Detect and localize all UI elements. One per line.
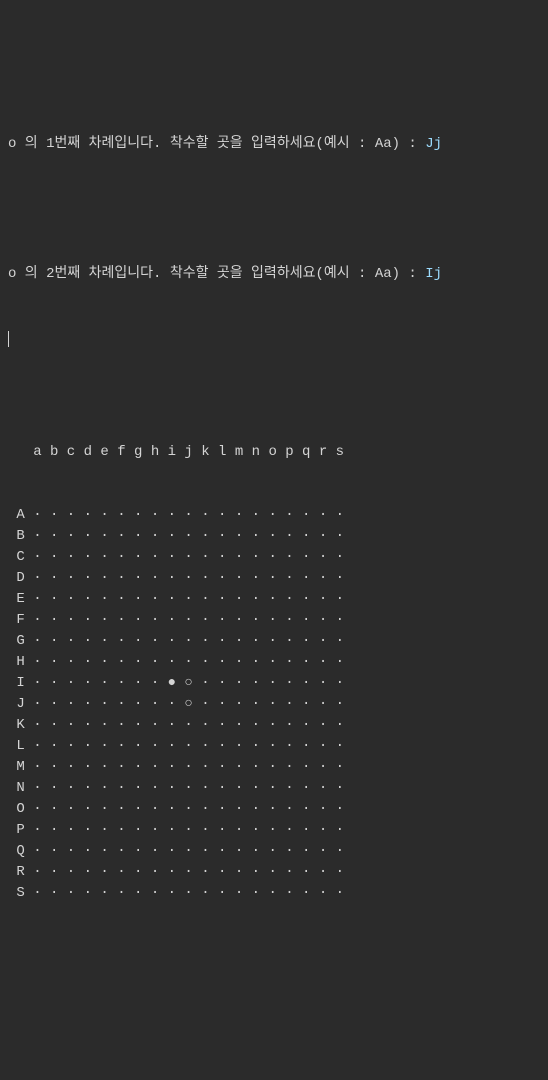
board-row-F: F · · · · · · · · · · · · · · · · · · · [8, 610, 540, 631]
terminal-output: o 의 1번째 차례입니다. 착수할 곳을 입력하세요(예시 : Aa) : J… [8, 92, 540, 967]
game-board: a b c d e f g h i j k l m n o p q r s A … [8, 400, 540, 946]
board-row-R: R · · · · · · · · · · · · · · · · · · · [8, 862, 540, 883]
turn-text: 의 1번째 차례입니다. 착수할 곳을 입력하세요(예시 : Aa) : [16, 136, 425, 152]
user-input-1[interactable]: Jj [425, 136, 442, 152]
user-input-2[interactable]: Ij [425, 266, 442, 282]
cursor-icon [8, 331, 9, 347]
column-header-row: a b c d e f g h i j k l m n o p q r s [8, 442, 540, 463]
board-row-J: J · · · · · · · · · ○ · · · · · · · · · [8, 694, 540, 715]
board-row-Q: Q · · · · · · · · · · · · · · · · · · · [8, 841, 540, 862]
board-row-L: L · · · · · · · · · · · · · · · · · · · [8, 736, 540, 757]
board-row-O: O · · · · · · · · · · · · · · · · · · · [8, 799, 540, 820]
board-row-G: G · · · · · · · · · · · · · · · · · · · [8, 631, 540, 652]
board-row-C: C · · · · · · · · · · · · · · · · · · · [8, 547, 540, 568]
board-row-P: P · · · · · · · · · · · · · · · · · · · [8, 820, 540, 841]
prompt-line-1: o 의 1번째 차례입니다. 착수할 곳을 입력하세요(예시 : Aa) : J… [8, 134, 540, 155]
prompt-line-2: o 의 2번째 차례입니다. 착수할 곳을 입력하세요(예시 : Aa) : I… [8, 264, 540, 285]
board-row-K: K · · · · · · · · · · · · · · · · · · · [8, 715, 540, 736]
board-row-N: N · · · · · · · · · · · · · · · · · · · [8, 778, 540, 799]
cursor-line[interactable] [8, 329, 540, 350]
turn-text: 의 2번째 차례입니다. 착수할 곳을 입력하세요(예시 : Aa) : [16, 266, 425, 282]
board-row-A: A · · · · · · · · · · · · · · · · · · · [8, 505, 540, 526]
board-row-I: I · · · · · · · · ● ○ · · · · · · · · · [8, 673, 540, 694]
board-row-E: E · · · · · · · · · · · · · · · · · · · [8, 589, 540, 610]
board-row-D: D · · · · · · · · · · · · · · · · · · · [8, 568, 540, 589]
board-row-M: M · · · · · · · · · · · · · · · · · · · [8, 757, 540, 778]
board-row-S: S · · · · · · · · · · · · · · · · · · · [8, 883, 540, 904]
board-row-H: H · · · · · · · · · · · · · · · · · · · [8, 652, 540, 673]
blank-line [8, 199, 540, 220]
